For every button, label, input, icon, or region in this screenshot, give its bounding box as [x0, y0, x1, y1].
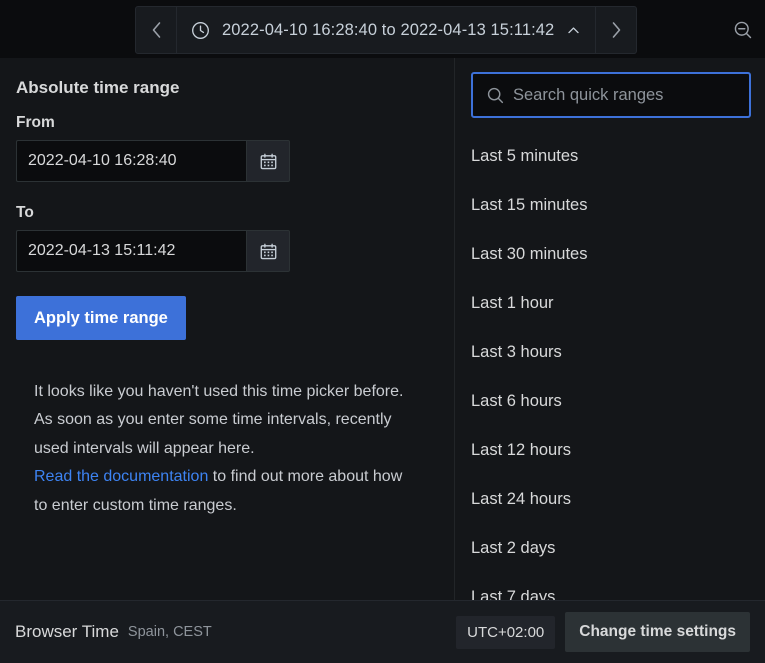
search-wrapper	[455, 58, 765, 118]
apply-time-range-button[interactable]: Apply time range	[16, 296, 186, 340]
zoom-out-button[interactable]	[722, 6, 764, 54]
quick-range-item[interactable]: Last 5 minutes	[455, 132, 765, 181]
to-input[interactable]	[16, 230, 246, 272]
search-quick-ranges-input[interactable]	[473, 74, 749, 116]
move-time-forward-button[interactable]	[596, 7, 636, 53]
quick-range-item[interactable]: Last 1 hour	[455, 279, 765, 328]
quick-range-item[interactable]: Last 7 days	[455, 573, 765, 600]
timezone-description: Spain, CEST	[127, 624, 212, 640]
utc-offset-badge: UTC+02:00	[456, 615, 556, 649]
browser-time-label: Browser Time	[15, 622, 119, 641]
quick-range-item[interactable]: Last 24 hours	[455, 475, 765, 524]
chevron-up-icon	[566, 23, 581, 38]
quick-range-item[interactable]: Last 12 hours	[455, 426, 765, 475]
from-label: From	[16, 114, 55, 131]
clock-icon	[191, 21, 210, 40]
to-field-row	[16, 230, 290, 272]
absolute-range-title: Absolute time range	[16, 78, 180, 97]
quick-range-item[interactable]: Last 15 minutes	[455, 181, 765, 230]
time-range-toolbar: 2022-04-10 16:28:40 to 2022-04-13 15:11:…	[135, 6, 638, 54]
quick-range-item[interactable]: Last 30 minutes	[455, 230, 765, 279]
from-field-row	[16, 140, 290, 182]
search-icon	[486, 86, 505, 105]
documentation-link[interactable]: Read the documentation	[34, 468, 208, 485]
quick-range-item[interactable]: Last 6 hours	[455, 377, 765, 426]
absolute-range-pane: Absolute time range From 2022-04-10 16:2…	[0, 58, 455, 600]
to-label: To	[16, 204, 34, 221]
time-range-text: 2022-04-10 16:28:40 to 2022-04-13 15:11:…	[222, 20, 555, 39]
help-paragraph: It looks like you haven't used this time…	[34, 383, 404, 457]
calendar-icon	[259, 152, 278, 171]
help-text: It looks like you haven't used this time…	[34, 378, 414, 520]
time-range-button[interactable]: 2022-04-10 16:28:40 to 2022-04-13 15:11:…	[177, 7, 595, 53]
time-picker-panel: 2022-04-10 16:28:40 to 2022-04-13 15:11:…	[0, 0, 765, 663]
from-input[interactable]	[16, 140, 246, 182]
to-calendar-button[interactable]	[246, 230, 290, 272]
timezone-footer: Browser Time Spain, CEST UTC+02:00 Chang…	[0, 600, 765, 663]
quick-ranges-pane: Last 5 minutes Last 15 minutes Last 30 m…	[455, 58, 765, 600]
quick-range-item[interactable]: Last 2 days	[455, 524, 765, 573]
zoom-out-icon	[732, 19, 755, 42]
calendar-icon	[259, 242, 278, 261]
from-calendar-button[interactable]	[246, 140, 290, 182]
move-time-back-button[interactable]	[136, 7, 176, 53]
quick-ranges-list[interactable]: Last 5 minutes Last 15 minutes Last 30 m…	[455, 132, 765, 600]
change-time-settings-button[interactable]: Change time settings	[565, 612, 750, 652]
quick-range-item[interactable]: Last 3 hours	[455, 328, 765, 377]
search-box[interactable]	[471, 72, 751, 118]
picker-body: Absolute time range From 2022-04-10 16:2…	[0, 58, 765, 600]
